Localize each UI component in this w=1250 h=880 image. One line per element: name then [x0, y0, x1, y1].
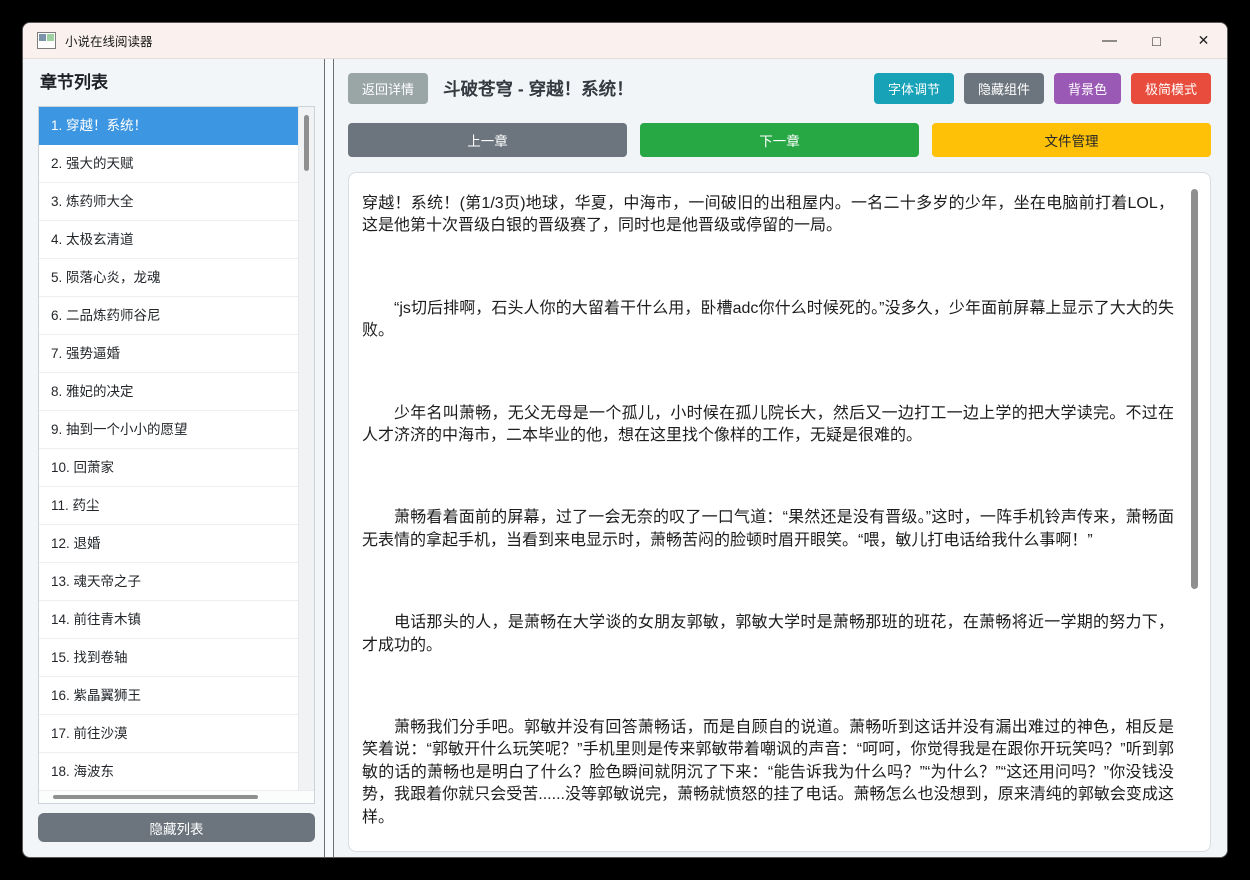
chapter-item-16[interactable]: 16. 紫晶翼狮王 — [39, 677, 298, 715]
toolbar: 字体调节 隐藏组件 背景色 极简模式 — [873, 73, 1211, 104]
chapter-list-title: 章节列表 — [40, 73, 108, 92]
reader-paragraph: 电话那头的人，是萧畅在大学谈的女朋友郭敏，郭敏大学时是萧畅那班的班花，在萧畅将近… — [362, 614, 1174, 654]
hide-components-button[interactable]: 隐藏组件 — [963, 73, 1044, 104]
file-manager-button[interactable]: 文件管理 — [932, 123, 1211, 157]
prev-chapter-button[interactable]: 上一章 — [348, 123, 627, 157]
chapter-list-horizontal-scrollbar[interactable] — [39, 790, 314, 804]
chapter-item-6[interactable]: 6. 二品炼药师谷尼 — [39, 297, 298, 335]
chapter-item-3[interactable]: 3. 炼药师大全 — [39, 183, 298, 221]
next-chapter-button[interactable]: 下一章 — [640, 123, 919, 157]
chapter-item-1[interactable]: 1. 穿越！系统！ — [39, 107, 298, 145]
window-title: 小说在线阅读器 — [65, 35, 153, 49]
chapter-item-13[interactable]: 13. 魂天帝之子 — [39, 563, 298, 601]
chapter-item-9[interactable]: 9. 抽到一个小小的愿望 — [39, 411, 298, 449]
maximize-button[interactable]: □ — [1133, 23, 1180, 58]
chapter-item-18[interactable]: 18. 海波东 — [39, 753, 298, 791]
chapter-item-8[interactable]: 8. 雅妃的决定 — [39, 373, 298, 411]
hide-list-button[interactable]: 隐藏列表 — [38, 813, 315, 842]
chapter-list-vertical-scrollbar[interactable] — [298, 107, 314, 791]
reader-header: 返回详情 斗破苍穹 - 穿越！系统！ 字体调节 隐藏组件 背景色 极简模式 — [348, 73, 1211, 104]
content-area: 章节列表 1. 穿越！系统！ 2. 强大的天赋 3. 炼药师大全 4. 太极玄清… — [23, 59, 1227, 857]
reader-paragraph: “js切后排啊，石头人你的大留着干什么用，卧槽adc你什么时候死的。”没多久，少… — [362, 299, 1174, 340]
chapter-list-vertical-scrollbar-thumb[interactable] — [304, 115, 309, 171]
chapter-item-14[interactable]: 14. 前往青木镇 — [39, 601, 298, 639]
chapter-item-11[interactable]: 11. 药尘 — [39, 487, 298, 525]
chapter-item-7[interactable]: 7. 强势逼婚 — [39, 335, 298, 373]
background-color-button[interactable]: 背景色 — [1053, 73, 1121, 104]
reader-scrollbar-thumb[interactable] — [1191, 189, 1198, 589]
panel-splitter[interactable] — [324, 59, 334, 857]
minimal-mode-button[interactable]: 极简模式 — [1130, 73, 1211, 104]
chapter-item-12[interactable]: 12. 退婚 — [39, 525, 298, 563]
reader-paragraph: 萧畅看着面前的屏幕，过了一会无奈的叹了一口气道：“果然还是没有晋级。”这时，一阵… — [362, 509, 1174, 549]
chapter-item-4[interactable]: 4. 太极玄清道 — [39, 221, 298, 259]
chapter-items: 1. 穿越！系统！ 2. 强大的天赋 3. 炼药师大全 4. 太极玄清道 5. … — [39, 107, 298, 791]
app-window: 小说在线阅读器 — □ ✕ 章节列表 1. 穿越！系统！ 2. 强大的天赋 3.… — [22, 22, 1228, 858]
reader-text-panel: 穿越！系统！(第1/3页)地球，华夏，中海市，一间破旧的出租屋内。一名二十多岁的… — [348, 172, 1211, 852]
close-button[interactable]: ✕ — [1180, 23, 1227, 58]
chapter-item-15[interactable]: 15. 找到卷轴 — [39, 639, 298, 677]
back-to-detail-button[interactable]: 返回详情 — [348, 73, 429, 104]
app-icon — [37, 32, 56, 49]
title-bar: 小说在线阅读器 — □ ✕ — [23, 23, 1227, 59]
chapter-item-2[interactable]: 2. 强大的天赋 — [39, 145, 298, 183]
chapter-item-10[interactable]: 10. 回萧家 — [39, 449, 298, 487]
chapter-item-17[interactable]: 17. 前往沙漠 — [39, 715, 298, 753]
chapter-list: 1. 穿越！系统！ 2. 强大的天赋 3. 炼药师大全 4. 太极玄清道 5. … — [38, 106, 315, 805]
reader-paragraph: 穿越！系统！(第1/3页)地球，华夏，中海市，一间破旧的出租屋内。一名二十多岁的… — [362, 195, 1174, 235]
reader-main: 返回详情 斗破苍穹 - 穿越！系统！ 字体调节 隐藏组件 背景色 极简模式 上一… — [334, 59, 1227, 857]
chapter-item-5[interactable]: 5. 陨落心炎，龙魂 — [39, 259, 298, 297]
font-adjust-button[interactable]: 字体调节 — [873, 73, 954, 104]
reader-paragraph: 少年名叫萧畅，无父无母是一个孤儿，小时候在孤儿院长大，然后又一边打工一边上学的把… — [362, 404, 1174, 445]
chapter-list-horizontal-scrollbar-thumb[interactable] — [53, 795, 258, 800]
book-chapter-title: 斗破苍穹 - 穿越！系统！ — [443, 79, 634, 99]
chapter-sidebar: 章节列表 1. 穿越！系统！ 2. 强大的天赋 3. 炼药师大全 4. 太极玄清… — [23, 59, 324, 857]
minimize-button[interactable]: — — [1086, 23, 1133, 58]
chapter-nav: 上一章 下一章 文件管理 — [348, 123, 1211, 157]
reader-paragraph: 萧畅我们分手吧。郭敏并没有回答萧畅话，而是自顾自的说道。萧畅听到这话并没有漏出难… — [362, 719, 1174, 826]
